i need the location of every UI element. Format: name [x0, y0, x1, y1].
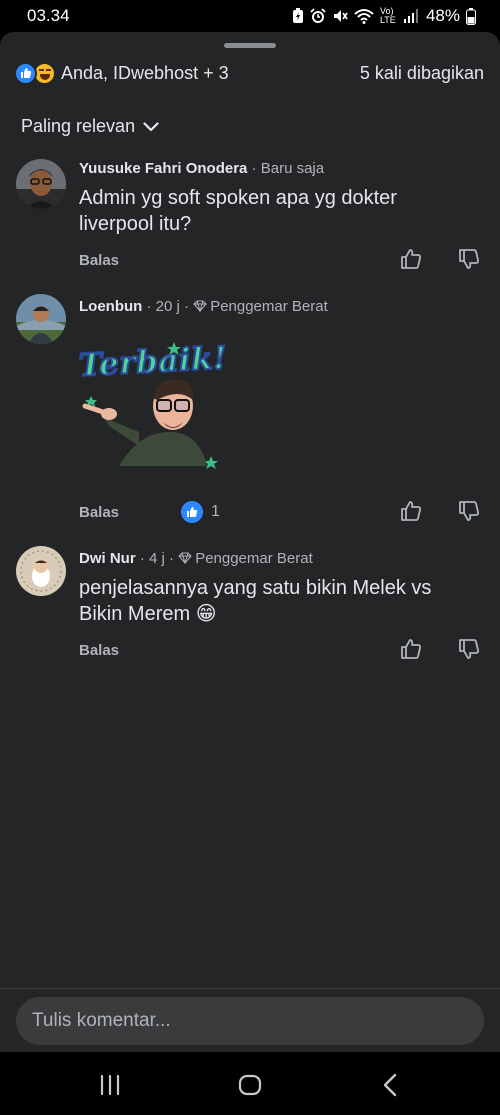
like-count-value: 1: [211, 503, 220, 520]
wifi-icon: [354, 9, 374, 24]
sort-dropdown[interactable]: Paling relevan: [21, 116, 159, 137]
battery-icon: [466, 7, 476, 25]
comment-time: · 20 j ·: [142, 298, 194, 315]
comment-time: · 4 j ·: [135, 550, 179, 567]
like-reaction-icon: [14, 61, 37, 85]
thumbs-down-icon[interactable]: [458, 638, 480, 660]
signal-icon: [403, 9, 418, 23]
home-icon[interactable]: [236, 1072, 264, 1098]
back-icon[interactable]: [376, 1072, 404, 1098]
comments-sheet: Anda, IDwebhost + 3 5 kali dibagikan Pal…: [0, 32, 500, 1052]
fan-badge: Penggemar Berat: [195, 550, 313, 567]
system-nav-bar: [0, 1052, 500, 1115]
comment-input[interactable]: Tulis komentar...: [16, 997, 484, 1045]
reply-button[interactable]: Balas: [79, 504, 119, 521]
fan-badge: Penggemar Berat: [210, 298, 328, 315]
vote-buttons: [400, 638, 480, 660]
comment-actions: Balas 1: [79, 500, 480, 524]
comment-time: · Baru saja: [247, 160, 325, 177]
reply-button[interactable]: Balas: [79, 642, 119, 659]
comment-sticker[interactable]: Terbaik!: [77, 336, 239, 476]
avatar[interactable]: [16, 294, 66, 344]
reactions-summary[interactable]: Anda, IDwebhost + 3 5 kali dibagikan: [14, 60, 484, 86]
comment-header: Yuusuke Fahri Onodera · Baru saja: [79, 160, 324, 177]
comment-text-body: penjelasannya yang satu bikin Melek vs B…: [79, 577, 432, 625]
battery-percent: 48%: [425, 6, 460, 25]
status-bar: 03.34 Vo) LTE 48%: [0, 0, 500, 32]
comment-text: penjelasannya yang satu bikin Melek vs B…: [79, 575, 469, 627]
reply-button[interactable]: Balas: [79, 252, 119, 269]
thumbs-up-icon[interactable]: [400, 248, 422, 270]
alarm-icon: [310, 8, 326, 23]
avatar[interactable]: [16, 546, 66, 596]
comment-header: Dwi Nur · 4 j · Penggemar Berat: [79, 550, 313, 567]
grin-emoji-icon: 😁: [195, 603, 217, 625]
comment-header: Loenbun · 20 j · Penggemar Berat: [79, 298, 328, 315]
thumbs-up-icon[interactable]: [400, 638, 422, 660]
thumbs-up-icon[interactable]: [400, 500, 422, 522]
network-label: Vo) LTE: [379, 6, 396, 25]
mute-icon: [333, 10, 348, 22]
share-count[interactable]: 5 kali dibagikan: [360, 63, 484, 84]
vote-buttons: [400, 500, 480, 522]
like-count[interactable]: 1: [181, 501, 220, 523]
comment-author[interactable]: Loenbun: [79, 298, 142, 315]
chevron-down-icon: [143, 121, 159, 131]
recent-apps-icon[interactable]: [96, 1072, 124, 1098]
thumbs-down-icon[interactable]: [458, 500, 480, 522]
comment-actions: Balas: [79, 248, 480, 272]
comment-composer-bar: Tulis komentar...: [0, 988, 500, 1052]
comment-text: Admin yg soft spoken apa yg dokter liver…: [79, 187, 397, 235]
avatar[interactable]: [16, 159, 66, 209]
reaction-names[interactable]: Anda, IDwebhost + 3: [61, 63, 229, 84]
like-badge-icon: [181, 501, 204, 523]
drag-handle[interactable]: [224, 43, 276, 48]
comment-author[interactable]: Yuusuke Fahri Onodera: [79, 160, 247, 177]
thumbs-down-icon[interactable]: [458, 248, 480, 270]
status-icons: Vo) LTE 48%: [292, 6, 476, 26]
comment-actions: Balas: [79, 638, 480, 662]
vote-buttons: [400, 248, 480, 270]
status-time: 03.34: [27, 6, 70, 25]
comment-author[interactable]: Dwi Nur: [79, 550, 136, 567]
diamond-icon: [193, 300, 207, 313]
diamond-icon: [178, 552, 192, 565]
sort-label: Paling relevan: [21, 116, 136, 136]
comment-input-placeholder: Tulis komentar...: [32, 1010, 171, 1031]
reaction-icons: [14, 61, 56, 85]
battery-saver-icon: [292, 8, 303, 23]
